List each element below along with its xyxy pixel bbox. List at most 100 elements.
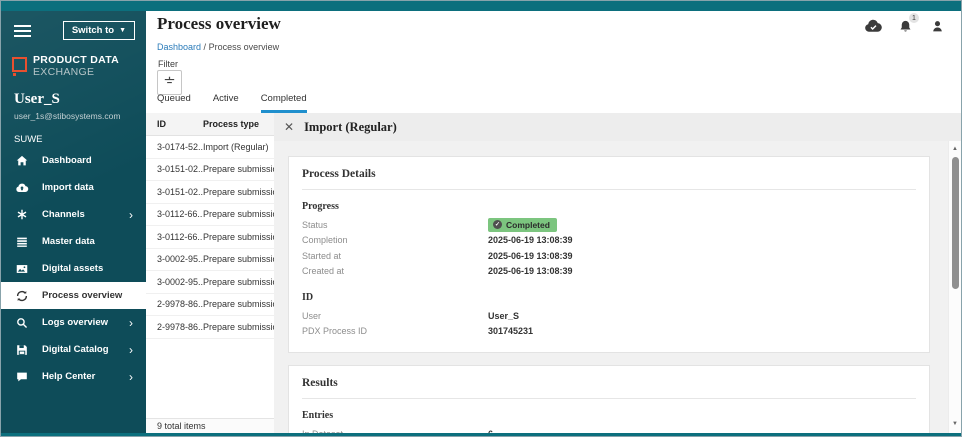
chevron-right-icon: ›: [129, 371, 133, 383]
sidebar-item-help-center[interactable]: Help Center ›: [1, 363, 146, 390]
cell-id: 2-9978-86...: [146, 322, 203, 332]
field-value: 301745231: [488, 326, 533, 336]
breadcrumb: Dashboard / Process overview: [157, 42, 279, 52]
field-value: 2025-06-19 13:08:39: [488, 266, 573, 276]
cell-type: Prepare submission: [203, 187, 274, 197]
image-icon: [15, 262, 29, 276]
scroll-up-icon[interactable]: ▲: [949, 146, 961, 152]
panel-scrollbar[interactable]: ▲ ▼: [948, 141, 961, 433]
process-table: ID Process type 3-0174-52... Import (Reg…: [146, 113, 274, 433]
user-account-icon[interactable]: [928, 18, 947, 34]
hamburger-menu-icon[interactable]: [14, 25, 31, 37]
notification-count-badge: 1: [909, 13, 919, 23]
tab-active[interactable]: Active: [213, 93, 239, 113]
table-row[interactable]: 3-0002-95... Prepare submission: [146, 271, 274, 294]
sidebar-item-label: Channels: [42, 209, 85, 220]
topbar-icons: 1: [864, 18, 947, 34]
brand-logo: PRODUCT DATA EXCHANGE: [12, 55, 146, 78]
sidebar-item-channels[interactable]: Channels ›: [1, 201, 146, 228]
sidebar-item-import-data[interactable]: Import data: [1, 174, 146, 201]
started-at-row: Started at 2025-06-19 13:08:39: [302, 248, 916, 264]
detail-panel-title: Import (Regular): [304, 120, 397, 135]
tab-queued[interactable]: Queued: [157, 93, 191, 113]
scroll-down-icon[interactable]: ▼: [949, 421, 961, 427]
top-accent-strip: [1, 1, 961, 11]
table-footer: 9 total items: [146, 418, 274, 433]
group-subheading: Progress: [302, 201, 916, 212]
app-window: Switch to ▼ PRODUCT DATA EXCHANGE User_S…: [0, 0, 962, 437]
filter-icon: [162, 73, 177, 93]
table-row[interactable]: 2-9978-86... Prepare submission: [146, 316, 274, 339]
bottom-accent-strip: [1, 433, 961, 436]
card-heading: Process Details: [302, 168, 916, 180]
notifications-bell-icon[interactable]: 1: [896, 18, 915, 34]
scrollbar-thumb[interactable]: [952, 157, 959, 289]
tab-completed[interactable]: Completed: [261, 93, 307, 113]
brand-line1: PRODUCT DATA: [33, 55, 119, 67]
cell-id: 2-9978-86...: [146, 299, 203, 309]
save-disk-icon: [15, 343, 29, 357]
user-email: user_1s@stibosystems.com: [14, 111, 146, 121]
field-label: Created at: [302, 266, 488, 276]
field-label: PDX Process ID: [302, 326, 488, 336]
breadcrumb-dashboard-link[interactable]: Dashboard: [157, 42, 201, 52]
main-header: Process overview Dashboard / Process ove…: [146, 11, 961, 113]
cell-type: Prepare submission: [203, 277, 274, 287]
progress-group: Progress Status ✓ Completed Completion 2…: [302, 201, 916, 279]
switch-to-button[interactable]: Switch to ▼: [63, 21, 135, 40]
sidebar-item-logs-overview[interactable]: Logs overview ›: [1, 309, 146, 336]
sidebar: Switch to ▼ PRODUCT DATA EXCHANGE User_S…: [1, 11, 146, 436]
table-row[interactable]: 3-0151-02... Prepare submission: [146, 181, 274, 204]
cell-id: 3-0112-66...: [146, 209, 203, 219]
table-row[interactable]: 2-9978-86... Prepare submission: [146, 294, 274, 317]
detail-panel: ✕ Import (Regular) Process Details Progr…: [274, 113, 961, 433]
field-label: User: [302, 311, 488, 321]
created-at-row: Created at 2025-06-19 13:08:39: [302, 264, 916, 280]
id-group: ID User User_S PDX Process ID 301745231: [302, 292, 916, 339]
table-row[interactable]: 3-0002-95... Prepare submission: [146, 249, 274, 272]
process-tabs: Queued Active Completed: [157, 93, 307, 113]
cell-type: Import (Regular): [203, 142, 274, 152]
breadcrumb-current: Process overview: [209, 42, 280, 52]
sidebar-item-master-data[interactable]: Master data: [1, 228, 146, 255]
table-row[interactable]: 3-0112-66... Prepare submission: [146, 226, 274, 249]
master-data-icon: [15, 235, 29, 249]
sidebar-item-label: Master data: [42, 236, 95, 247]
column-header-id[interactable]: ID: [146, 119, 203, 129]
cell-type: Prepare submission: [203, 299, 274, 309]
total-items-count: 9 total items: [157, 421, 206, 431]
close-icon[interactable]: ✕: [284, 121, 294, 133]
sidebar-item-process-overview[interactable]: Process overview: [1, 282, 146, 309]
table-row[interactable]: 3-0151-02... Prepare submission: [146, 159, 274, 182]
table-row[interactable]: 3-0112-66... Prepare submission: [146, 204, 274, 227]
search-icon: [15, 316, 29, 330]
logo-square-icon: [12, 57, 27, 72]
status-badge-label: Completed: [506, 220, 550, 230]
detail-panel-body: Process Details Progress Status ✓ Comple…: [274, 141, 948, 433]
table-header-row: ID Process type: [146, 113, 274, 136]
sidebar-item-label: Dashboard: [42, 155, 92, 166]
sidebar-item-digital-assets[interactable]: Digital assets: [1, 255, 146, 282]
status-badge: ✓ Completed: [488, 218, 557, 232]
sync-icon: [15, 289, 29, 303]
cell-id: 3-0174-52...: [146, 142, 203, 152]
cell-id: 3-0002-95...: [146, 277, 203, 287]
table-row[interactable]: 3-0174-52... Import (Regular): [146, 136, 274, 159]
status-row: Status ✓ Completed: [302, 217, 916, 233]
cloud-upload-icon: [15, 181, 29, 195]
sidebar-item-label: Digital Catalog: [42, 344, 109, 355]
process-details-card: Process Details Progress Status ✓ Comple…: [288, 156, 930, 353]
group-subheading: ID: [302, 292, 916, 303]
filter-button[interactable]: [157, 70, 182, 95]
column-header-process-type[interactable]: Process type: [203, 119, 274, 129]
chat-bubble-icon: [15, 370, 29, 384]
cloud-status-icon[interactable]: [864, 18, 883, 34]
switch-to-label: Switch to: [72, 25, 114, 36]
pdx-process-id-row: PDX Process ID 301745231: [302, 324, 916, 340]
in-dataset-row: In Dataset 6: [302, 426, 916, 433]
sidebar-item-digital-catalog[interactable]: Digital Catalog ›: [1, 336, 146, 363]
cell-id: 3-0002-95...: [146, 254, 203, 264]
chevron-right-icon: ›: [129, 317, 133, 329]
sidebar-item-dashboard[interactable]: Dashboard: [1, 147, 146, 174]
page-title: Process overview: [157, 14, 281, 34]
